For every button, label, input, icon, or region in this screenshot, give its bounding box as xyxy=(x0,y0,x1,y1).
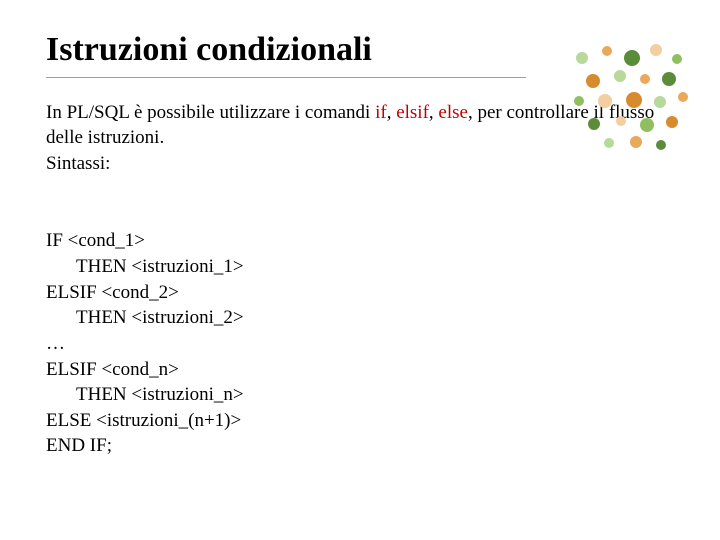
dot-icon xyxy=(588,118,600,130)
dot-icon xyxy=(656,140,666,150)
intro-text-pre: In PL/SQL è possibile utilizzare i coman… xyxy=(46,102,375,123)
keyword-else: else xyxy=(438,102,468,123)
dot-icon xyxy=(630,136,642,148)
code-line-5: … xyxy=(46,333,65,354)
dot-icon xyxy=(624,50,640,66)
code-kw-elsif-n: ELSIF xyxy=(46,359,101,380)
dot-icon xyxy=(602,46,612,56)
code-instr-2: <istruzioni_2> xyxy=(131,307,243,328)
dot-icon xyxy=(614,70,626,82)
dot-icon xyxy=(654,96,666,108)
dot-icon xyxy=(574,96,584,106)
dot-icon xyxy=(650,44,662,56)
keyword-elsif: elsif xyxy=(396,102,429,123)
code-cond-1: <cond_1> xyxy=(68,230,145,251)
title-underline xyxy=(46,77,526,78)
dot-icon xyxy=(586,74,600,88)
code-cond-2: <cond_2> xyxy=(101,282,178,303)
dot-icon xyxy=(640,118,654,132)
code-line-1: IF <cond_1> xyxy=(46,230,145,251)
code-kw-then-n: THEN xyxy=(76,384,131,405)
code-cond-n: <cond_n> xyxy=(101,359,178,380)
decorative-dots xyxy=(568,44,688,154)
code-kw-else-final: ELSE xyxy=(46,410,96,431)
code-line-9: END IF; xyxy=(46,435,112,456)
dot-icon xyxy=(604,138,614,148)
dot-icon xyxy=(616,116,626,126)
dot-icon xyxy=(662,72,676,86)
code-line-6: ELSIF <cond_n> xyxy=(46,359,179,380)
code-line-4: THEN <istruzioni_2> xyxy=(46,305,244,331)
code-line-7: THEN <istruzioni_n> xyxy=(46,382,244,408)
code-instr-n1: <istruzioni_(n+1)> xyxy=(96,410,241,431)
dot-icon xyxy=(672,54,682,64)
dot-icon xyxy=(640,74,650,84)
code-kw-then-1: THEN xyxy=(76,256,131,277)
intro-syntax-label: Sintassi: xyxy=(46,153,110,174)
dot-icon xyxy=(626,92,642,108)
code-kw-if: IF xyxy=(46,230,68,251)
code-instr-1: <istruzioni_1> xyxy=(131,256,243,277)
code-instr-n: <istruzioni_n> xyxy=(131,384,243,405)
dot-icon xyxy=(598,94,612,108)
intro-sep2: , xyxy=(429,102,439,123)
keyword-if: if xyxy=(375,102,387,123)
code-kw-elsif-1: ELSIF xyxy=(46,282,101,303)
code-block: IF <cond_1> THEN <istruzioni_1> ELSIF <c… xyxy=(46,203,674,459)
code-line-3: ELSIF <cond_2> xyxy=(46,282,179,303)
code-line-2: THEN <istruzioni_1> xyxy=(46,254,244,280)
code-kw-then-2: THEN xyxy=(76,307,131,328)
dot-icon xyxy=(576,52,588,64)
intro-sep1: , xyxy=(387,102,397,123)
dot-icon xyxy=(666,116,678,128)
code-line-8: ELSE <istruzioni_(n+1)> xyxy=(46,410,241,431)
dot-icon xyxy=(678,92,688,102)
